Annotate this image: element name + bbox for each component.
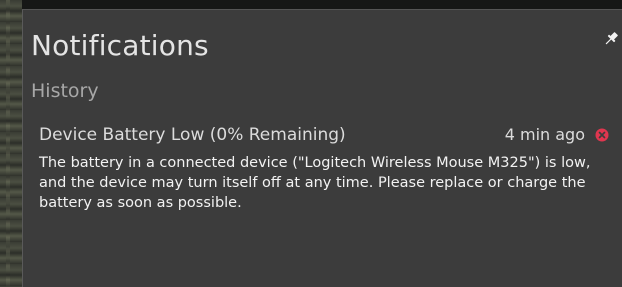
notification-item[interactable]: Device Battery Low (0% Remaining) 4 min …	[39, 123, 617, 213]
desktop-background-edge	[0, 0, 22, 287]
notification-body: The battery in a connected device ("Logi…	[39, 155, 591, 211]
pin-icon[interactable]	[602, 30, 620, 48]
notification-title: Device Battery Low (0% Remaining)	[39, 125, 346, 145]
desktop-top-edge	[0, 0, 622, 9]
history-section-label: History	[31, 80, 99, 102]
notifications-panel: Notifications History Device Battery Low…	[22, 9, 622, 287]
close-icon[interactable]	[595, 128, 609, 142]
panel-title: Notifications	[31, 29, 209, 62]
notification-header: Device Battery Low (0% Remaining) 4 min …	[39, 123, 617, 149]
notification-timestamp: 4 min ago	[504, 125, 585, 144]
